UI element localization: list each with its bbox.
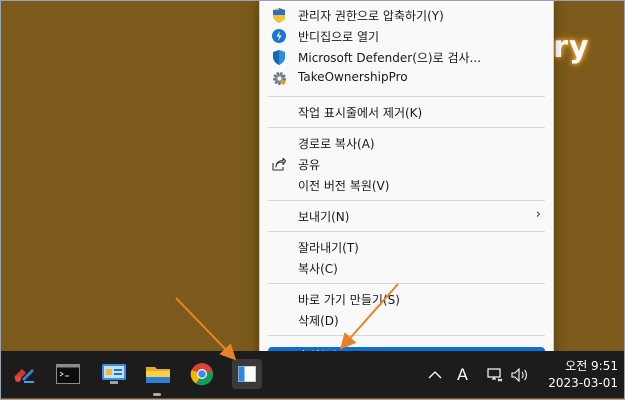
annotation-arrows (175, 283, 399, 361)
arrow-to-properties (340, 283, 399, 350)
arrow-to-taskbar-app (175, 297, 237, 361)
